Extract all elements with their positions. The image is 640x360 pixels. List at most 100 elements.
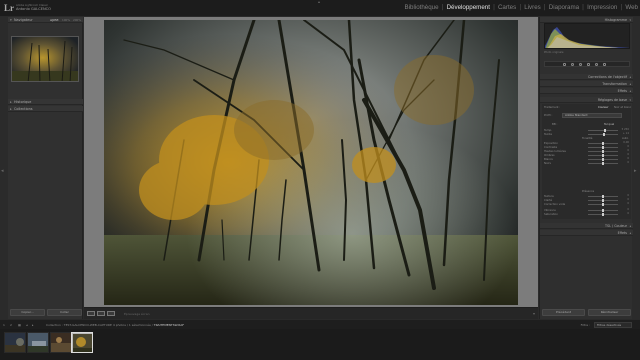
filmstrip-thumb-4[interactable] bbox=[71, 332, 93, 353]
filmstrip-bar: 1 2 ▦ ◂ ▸ Collection : TEST-GALCENCO-WEB… bbox=[0, 319, 640, 329]
zoom-200-option[interactable]: 200% bbox=[73, 17, 81, 23]
section-header-effects-lower[interactable]: Effets ◂ bbox=[540, 230, 633, 236]
navigator-label: Navigateur bbox=[14, 18, 33, 22]
slider-label: Saturation bbox=[544, 212, 559, 216]
collections-label: Collections bbox=[14, 107, 33, 111]
left-panel-buttons: Copier... Coller bbox=[10, 309, 82, 316]
collapsed-triangle-icon: ◂ bbox=[629, 89, 631, 93]
loupe-view-icon[interactable] bbox=[87, 311, 95, 316]
navigator-zoom-options: AJUST. 100% 200% bbox=[50, 17, 81, 23]
expand-triangle-icon: ▾ bbox=[629, 98, 631, 102]
presence-heading-row: Présence bbox=[544, 189, 629, 193]
filmstrip bbox=[0, 329, 640, 360]
section-header-hsl[interactable]: TSL / Couleur ◂ bbox=[540, 223, 633, 229]
slider-label: Noirs bbox=[544, 161, 551, 165]
radial-filter-icon[interactable] bbox=[595, 63, 598, 66]
develop-toolbar: Épreuvage écran ▾ bbox=[84, 307, 538, 319]
current-filename: TRAITEMENTSW.RAF bbox=[153, 323, 184, 327]
module-book[interactable]: Livres bbox=[522, 3, 543, 13]
section-header-lens[interactable]: Corrections de l'objectif ◂ bbox=[540, 74, 633, 80]
paste-settings-button[interactable]: Coller bbox=[47, 309, 82, 316]
before-after-view-icon[interactable] bbox=[97, 311, 105, 316]
main-photo[interactable] bbox=[104, 20, 518, 305]
left-panel: ▾ Navigateur AJUST. 100% 200% ▸ Historiq… bbox=[8, 17, 83, 319]
section-header-basic[interactable]: Réglages de base ▾ bbox=[540, 97, 633, 103]
slider-knob[interactable] bbox=[602, 202, 604, 206]
slider-row: Saturation 0 bbox=[544, 212, 629, 216]
module-develop[interactable]: Développement bbox=[445, 3, 492, 13]
tone-heading-row: Tonalité Auto bbox=[544, 136, 629, 140]
collapsed-triangle-icon: ◂ bbox=[629, 231, 631, 235]
wb-select[interactable]: Tel quel bbox=[604, 122, 614, 126]
module-slideshow[interactable]: Diaporama bbox=[547, 3, 581, 13]
treatment-label: Traitement : bbox=[544, 105, 561, 109]
history-header[interactable]: ▸ Historique bbox=[8, 99, 83, 105]
navigator-header[interactable]: ▾ Navigateur AJUST. 100% 200% bbox=[8, 17, 83, 23]
treatment-color-option[interactable]: Couleur bbox=[598, 105, 608, 109]
slider-value[interactable]: 0 bbox=[627, 212, 629, 216]
graduated-filter-icon[interactable] bbox=[587, 63, 590, 66]
collapse-top-icon[interactable]: ▴ bbox=[318, 0, 322, 4]
section-label: Effets bbox=[617, 89, 627, 93]
adjustment-brush-icon[interactable] bbox=[603, 63, 606, 66]
right-panel-buttons: Précédent Réinitialiser bbox=[542, 309, 631, 316]
history-label: Historique bbox=[14, 100, 32, 104]
previous-settings-button[interactable]: Précédent bbox=[542, 309, 585, 316]
profile-row: Profil : Adobe Standard bbox=[544, 113, 629, 119]
collapsed-triangle-icon: ▸ bbox=[10, 100, 12, 104]
zoom-fit-option[interactable]: AJUST. bbox=[50, 17, 59, 23]
module-print[interactable]: Impression bbox=[585, 3, 619, 13]
red-eye-icon[interactable] bbox=[579, 63, 582, 66]
section-header-effects[interactable]: Effets ◂ bbox=[540, 88, 633, 94]
histogram-readout: Photo originale bbox=[544, 51, 564, 54]
collection-name: Collection : TEST-GALCENCO-WEB-CAPTURE bbox=[46, 323, 112, 327]
develop-tool-strip bbox=[544, 61, 630, 67]
slider-value[interactable]: 0 bbox=[627, 161, 629, 165]
filter-select[interactable]: Filtres désactivés bbox=[594, 322, 632, 328]
module-library[interactable]: Bibliothèque bbox=[403, 3, 441, 13]
filmstrip-thumb-1[interactable] bbox=[4, 332, 26, 353]
slider-row: Noirs 0 bbox=[544, 161, 629, 165]
crop-tool-icon[interactable] bbox=[563, 63, 566, 66]
collections-header[interactable]: ▸ Collections bbox=[8, 106, 83, 112]
treatment-bw-option[interactable]: Noir et blanc bbox=[614, 105, 631, 109]
section-label: Transformation bbox=[602, 82, 627, 86]
lightroom-logo: Lr bbox=[4, 3, 14, 13]
collapse-right-icon[interactable]: ▸ bbox=[634, 167, 639, 175]
identity-plate: Adobe Lightroom Classic Antonio GALCENCO bbox=[16, 4, 76, 12]
workspace: ◂ ▸ ▾ Navigateur AJUST. 100% 200% ▸ Hist… bbox=[0, 17, 640, 319]
filmstrip-thumb-2[interactable] bbox=[27, 332, 49, 353]
compare-view-icon[interactable] bbox=[107, 311, 115, 316]
collapse-left-icon[interactable]: ◂ bbox=[1, 167, 6, 175]
slider-knob[interactable] bbox=[602, 212, 604, 216]
module-map[interactable]: Cartes bbox=[496, 3, 518, 13]
copy-settings-button[interactable]: Copier... bbox=[10, 309, 45, 316]
section-label: TSL / Couleur bbox=[605, 224, 627, 228]
profile-select[interactable]: Adobe Standard bbox=[562, 113, 622, 118]
spot-removal-icon[interactable] bbox=[571, 63, 574, 66]
treatment-row: Traitement : Couleur Noir et blanc bbox=[544, 105, 631, 109]
navigator-preview[interactable] bbox=[11, 36, 79, 82]
collapsed-triangle-icon: ◂ bbox=[629, 224, 631, 228]
slider-label: Correction voile bbox=[544, 202, 566, 206]
top-bar: ▴ Lr Adobe Lightroom Classic Antonio GAL… bbox=[0, 0, 640, 17]
section-header-transform[interactable]: Transformation ◂ bbox=[540, 81, 633, 87]
reset-button[interactable]: Réinitialiser bbox=[588, 309, 631, 316]
image-canvas bbox=[84, 17, 538, 307]
slider-knob[interactable] bbox=[602, 161, 604, 165]
profile-label: Profil : bbox=[544, 113, 553, 117]
histogram[interactable] bbox=[544, 23, 630, 49]
presence-heading: Présence bbox=[582, 189, 595, 193]
module-picker: Bibliothèque | Développement | Cartes | … bbox=[403, 3, 640, 13]
zoom-100-option[interactable]: 100% bbox=[62, 17, 70, 23]
module-web[interactable]: Web bbox=[623, 3, 640, 13]
identity-user-name: Antonio GALCENCO bbox=[16, 7, 52, 11]
slider-value[interactable]: 0 bbox=[627, 202, 629, 206]
filmstrip-thumb-3[interactable] bbox=[50, 332, 72, 353]
section-label: Effets bbox=[617, 231, 627, 235]
basic-panel: Traitement : Couleur Noir et blanc Profi… bbox=[542, 104, 631, 219]
collapsed-triangle-icon: ◂ bbox=[629, 75, 631, 79]
tone-auto-button[interactable]: Auto bbox=[622, 136, 628, 140]
wb-label: BB : bbox=[552, 122, 558, 126]
expand-triangle-icon: ▾ bbox=[10, 18, 12, 22]
